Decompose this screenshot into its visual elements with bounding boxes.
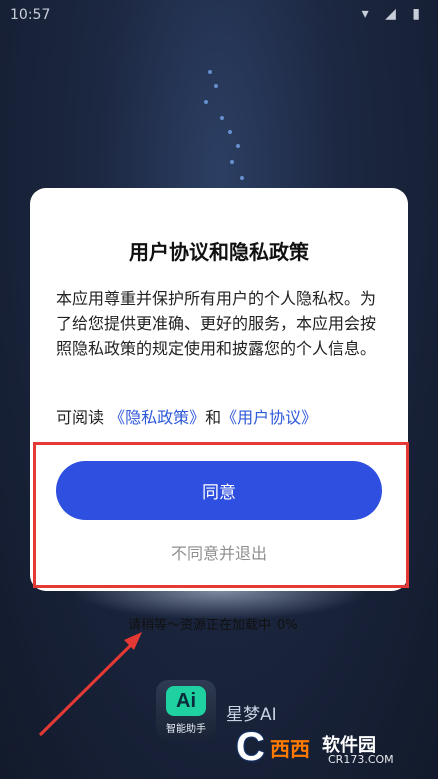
watermark-mark: C	[236, 725, 265, 769]
dialog-title: 用户协议和隐私政策	[129, 240, 309, 264]
status-icons: ▾ ◢ ▮	[361, 6, 426, 22]
particle-decoration	[170, 60, 270, 200]
policy-links: 可阅读 《隐私政策》和《用户协议》	[56, 404, 317, 428]
loading-status: 请稍等～资源正在加载中 0%	[128, 614, 298, 633]
status-bar: 10:57 ▾ ◢ ▮	[0, 0, 438, 32]
read-prefix: 可阅读	[56, 408, 105, 427]
loading-message: 请稍等～资源正在加载中	[128, 618, 272, 633]
user-agreement-link[interactable]: 《用户协议》	[221, 408, 317, 427]
disagree-exit-button[interactable]: 不同意并退出	[30, 540, 408, 564]
agree-button[interactable]: 同意	[56, 461, 382, 520]
and-text: 和	[205, 408, 222, 427]
privacy-dialog: 用户协议和隐私政策 本应用尊重并保护所有用户的个人隐私权。为了给您提供更准确、更…	[30, 188, 409, 591]
ai-logo-icon: Ai	[166, 686, 206, 716]
loading-percent: 0%	[277, 618, 298, 633]
logo-caption: 智能助手	[166, 724, 206, 735]
privacy-policy-link[interactable]: 《隐私政策》	[109, 408, 205, 427]
watermark-brand: 西西	[270, 739, 310, 761]
watermark: C 西西 软件园 CR173.COM	[236, 725, 426, 769]
status-time: 10:57	[10, 7, 51, 23]
app-logo: Ai 智能助手	[156, 680, 216, 740]
app-name: 星梦AI	[226, 705, 277, 725]
dialog-body: 本应用尊重并保护所有用户的个人隐私权。为了给您提供更准确、更好的服务，本应用会按…	[56, 289, 377, 358]
watermark-url: CR173.COM	[328, 753, 394, 766]
